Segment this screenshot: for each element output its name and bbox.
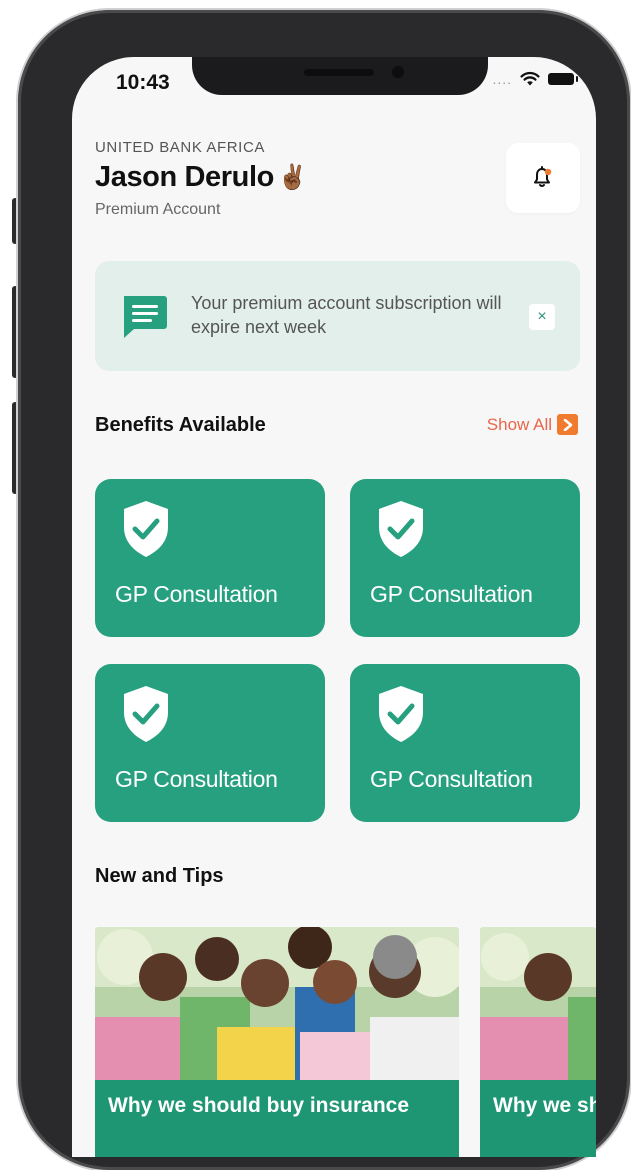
app-screen: 10:43 .... UNITED BANK AFRICA Jason Deru… <box>72 57 596 1157</box>
close-icon: × <box>537 308 547 325</box>
subscription-banner: Your premium account subscription will e… <box>95 261 580 371</box>
signal-dots: .... <box>492 71 512 87</box>
notch-camera <box>392 66 404 78</box>
news-caption-bar: Why we should buy insurance <box>95 1080 459 1157</box>
news-caption-bar: Why we should buy insurance <box>480 1080 596 1157</box>
family-photo <box>480 927 596 1087</box>
benefit-card[interactable]: GP Consultation <box>350 479 580 637</box>
phone-frame: 10:43 .... UNITED BANK AFRICA Jason Deru… <box>18 10 630 1170</box>
benefits-title: Benefits Available <box>95 414 266 436</box>
bell-icon <box>534 166 552 187</box>
wifi-icon <box>520 71 540 86</box>
shield-check-icon <box>124 501 168 557</box>
status-icons: .... <box>492 71 578 87</box>
phone-notch <box>192 57 488 95</box>
banner-message: Your premium account subscription will e… <box>191 293 502 337</box>
benefit-card[interactable]: GP Consultation <box>95 479 325 637</box>
user-name: Jason Derulo <box>95 161 274 193</box>
news-card[interactable]: Why we should buy insurance <box>95 927 459 1157</box>
greeting-row: Jason Derulo ✌🏾 <box>95 161 308 194</box>
notch-speaker <box>304 69 374 76</box>
shield-check-icon <box>124 686 168 742</box>
benefit-label: GP Consultation <box>115 581 278 607</box>
shield-check-icon <box>379 501 423 557</box>
benefit-card[interactable]: GP Consultation <box>95 664 325 822</box>
battery-icon <box>548 73 578 85</box>
news-title: New and Tips <box>95 865 224 887</box>
news-card[interactable]: Why we should buy insurance <box>480 927 596 1157</box>
chevron-right-icon <box>557 414 578 435</box>
family-photo <box>95 927 459 1087</box>
benefit-label: GP Consultation <box>370 581 533 607</box>
benefit-card[interactable]: GP Consultation <box>350 664 580 822</box>
show-all-label: Show All <box>486 414 552 434</box>
chat-message-icon <box>124 296 167 338</box>
bank-name: UNITED BANK AFRICA <box>95 139 265 156</box>
benefit-label: GP Consultation <box>370 766 533 792</box>
news-caption: Why we should buy insurance <box>493 1094 596 1117</box>
show-all-link[interactable]: Show All <box>487 414 578 435</box>
news-caption: Why we should buy insurance <box>108 1094 410 1117</box>
notification-button[interactable] <box>506 143 580 213</box>
account-type: Premium Account <box>95 201 221 218</box>
banner-close-button[interactable]: × <box>529 304 555 330</box>
shield-check-icon <box>379 686 423 742</box>
benefit-label: GP Consultation <box>115 766 278 792</box>
status-time: 10:43 <box>116 71 170 94</box>
peace-emoji: ✌🏾 <box>277 164 308 191</box>
